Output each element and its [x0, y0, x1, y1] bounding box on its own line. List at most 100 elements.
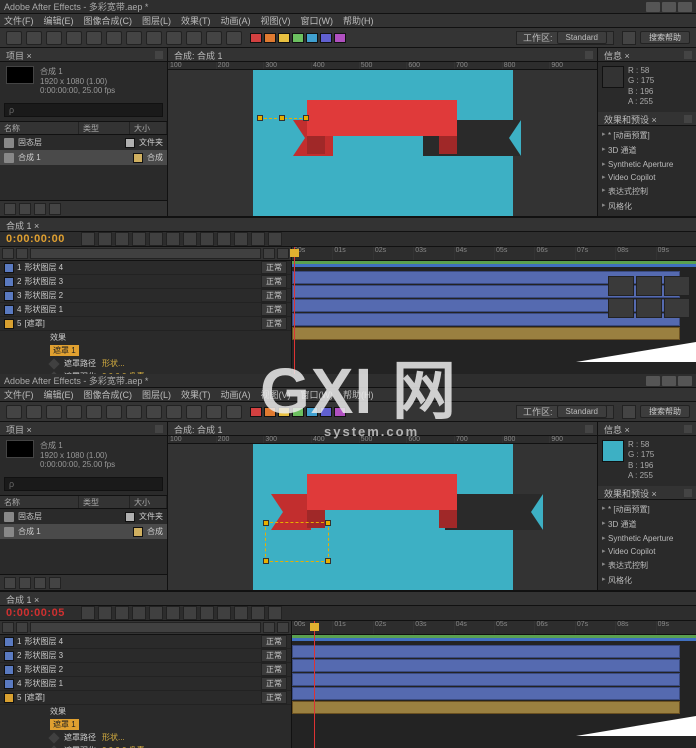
menu-edit[interactable]: 编辑(E): [44, 388, 74, 401]
menu-anim[interactable]: 动画(A): [221, 388, 251, 401]
col-size[interactable]: 大小: [130, 496, 167, 508]
close-button[interactable]: [678, 2, 692, 12]
tl-tool-icon[interactable]: [149, 232, 163, 246]
preset-item[interactable]: Synthetic Aperture: [602, 158, 692, 171]
preview-cell[interactable]: [664, 276, 690, 296]
delete-button[interactable]: [49, 203, 61, 215]
tl-tool-icon[interactable]: [200, 232, 214, 246]
eraser-tool-icon[interactable]: [206, 405, 222, 419]
col-layername[interactable]: [30, 248, 261, 259]
hand-tool-icon[interactable]: [26, 405, 42, 419]
label-red[interactable]: [250, 407, 262, 417]
preset-item[interactable]: 表达式控制: [602, 558, 692, 573]
zoom-tool-icon[interactable]: [46, 405, 62, 419]
tl-tool-icon[interactable]: [132, 606, 146, 620]
col-lock[interactable]: [16, 622, 28, 633]
tl-tool-icon[interactable]: [132, 232, 146, 246]
label-cyan[interactable]: [306, 407, 318, 417]
layer-row[interactable]: 1形状图层 4正常: [0, 261, 291, 275]
close-button[interactable]: [678, 376, 692, 386]
layer-mode[interactable]: 正常: [261, 649, 287, 662]
preset-item[interactable]: 风格化: [602, 199, 692, 214]
puppet-tool-icon[interactable]: [226, 31, 242, 45]
layer-row[interactable]: 3形状图层 2正常: [0, 663, 291, 677]
col-name[interactable]: 名称: [0, 496, 79, 508]
menu-help[interactable]: 帮助(H): [343, 388, 374, 401]
label-blue[interactable]: [320, 407, 332, 417]
new-folder-button[interactable]: [19, 577, 31, 589]
pen-tool-icon[interactable]: [126, 31, 142, 45]
tl-tool-icon[interactable]: [234, 232, 248, 246]
col-trkmat[interactable]: [277, 248, 289, 259]
preset-item[interactable]: 3D 通道: [602, 517, 692, 532]
preset-item[interactable]: Video Copilot: [602, 545, 692, 558]
preview-cell[interactable]: [664, 298, 690, 318]
comp-viewport[interactable]: [168, 444, 597, 590]
label-yellow[interactable]: [278, 33, 290, 43]
time-ruler[interactable]: 00s01s 02s03s 04s05s 06s07s 08s09s: [292, 621, 696, 635]
label-yellow[interactable]: [278, 407, 290, 417]
menu-layer[interactable]: 图层(L): [142, 14, 171, 27]
col-layername[interactable]: [30, 622, 261, 633]
brush-tool-icon[interactable]: [166, 31, 182, 45]
tl-tool-icon[interactable]: [217, 606, 231, 620]
selection-handle[interactable]: [325, 558, 331, 564]
tl-tool-icon[interactable]: [98, 232, 112, 246]
layer-row[interactable]: 2形状图层 3正常: [0, 275, 291, 289]
menu-edit[interactable]: 编辑(E): [44, 14, 74, 27]
project-row-folder[interactable]: 固态层文件夹: [0, 509, 167, 524]
shape-tool-icon[interactable]: [106, 405, 122, 419]
search-help-icon[interactable]: [622, 405, 636, 419]
shape-tool-icon[interactable]: [106, 31, 122, 45]
menu-window[interactable]: 窗口(W): [301, 388, 334, 401]
preset-item[interactable]: * [动画预置]: [602, 128, 692, 143]
layer-row[interactable]: 5[遮罩]正常: [0, 317, 291, 331]
layer-mode[interactable]: 正常: [261, 677, 287, 690]
selection-tool-icon[interactable]: [6, 31, 22, 45]
tl-tool-icon[interactable]: [166, 232, 180, 246]
keyframe-toggle[interactable]: [48, 358, 59, 369]
selection-box[interactable]: [265, 522, 329, 562]
menu-help[interactable]: 帮助(H): [343, 14, 374, 27]
col-size[interactable]: 大小: [130, 122, 167, 134]
mask-vertex[interactable]: [303, 115, 309, 121]
label-blue[interactable]: [320, 33, 332, 43]
menu-anim[interactable]: 动画(A): [221, 14, 251, 27]
project-row-comp[interactable]: 合成 1 合成: [0, 150, 167, 165]
label-green[interactable]: [292, 407, 304, 417]
col-av[interactable]: [2, 622, 14, 633]
col-type[interactable]: 类型: [79, 496, 130, 508]
menu-view[interactable]: 视图(V): [261, 14, 291, 27]
preset-item[interactable]: 3D 通道: [602, 143, 692, 158]
preset-item[interactable]: * [动画预置]: [602, 502, 692, 517]
col-mode[interactable]: [263, 248, 275, 259]
rotate-tool-icon[interactable]: [66, 31, 82, 45]
new-folder-button[interactable]: [19, 203, 31, 215]
eraser-tool-icon[interactable]: [206, 31, 222, 45]
layer-bar[interactable]: [292, 673, 680, 686]
info-tab[interactable]: 信息 ×: [598, 48, 696, 62]
col-name[interactable]: 名称: [0, 122, 79, 134]
prop-group[interactable]: 效果: [0, 705, 291, 718]
text-tool-icon[interactable]: [146, 405, 162, 419]
prop-row[interactable]: 遮罩路径形状...: [0, 731, 291, 744]
pen-tool-icon[interactable]: [126, 405, 142, 419]
keyframe-toggle[interactable]: [48, 732, 59, 743]
workspace-picker[interactable]: 工作区: Standard: [516, 405, 614, 419]
selection-handle[interactable]: [325, 520, 331, 526]
info-tab[interactable]: 信息 ×: [598, 422, 696, 436]
project-row-comp[interactable]: 合成 1合成: [0, 524, 167, 539]
prop-group[interactable]: 效果: [0, 331, 291, 344]
time-ruler[interactable]: 00s01s 02s03s 04s05s 06s07s 08s09s: [292, 247, 696, 261]
tl-tool-icon[interactable]: [234, 606, 248, 620]
label-orange[interactable]: [264, 407, 276, 417]
tl-tool-icon[interactable]: [217, 232, 231, 246]
preview-cell[interactable]: [636, 298, 662, 318]
preset-item[interactable]: 风格化: [602, 573, 692, 588]
menu-layer[interactable]: 图层(L): [142, 388, 171, 401]
label-orange[interactable]: [264, 33, 276, 43]
col-type[interactable]: 类型: [79, 122, 130, 134]
preset-item[interactable]: Video Copilot: [602, 171, 692, 184]
label-red[interactable]: [250, 33, 262, 43]
preset-item[interactable]: Synthetic Aperture: [602, 532, 692, 545]
